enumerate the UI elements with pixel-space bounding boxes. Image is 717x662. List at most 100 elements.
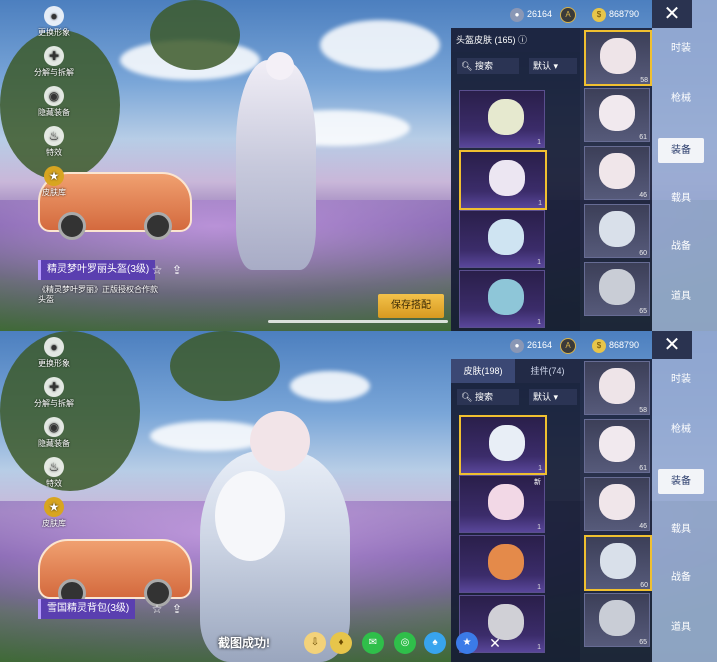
skin-library-button[interactable]: ★ 皮肤库 <box>28 497 80 537</box>
person-icon: ● <box>44 337 64 357</box>
helmet-icon <box>600 38 636 74</box>
slot-cap[interactable]: 46 <box>584 477 650 531</box>
qzone-icon[interactable]: ★ <box>456 632 478 654</box>
screenshot-toast: 截图成功! <box>218 636 270 650</box>
star-icon[interactable]: ☆ <box>148 600 166 618</box>
armor-icon <box>599 426 635 462</box>
helmet-card-selected[interactable]: 1 <box>459 150 547 210</box>
inventory-title: 头盔皮肤 (165) ⓘ <box>451 28 580 52</box>
close-share-icon[interactable]: ✕ <box>484 632 506 654</box>
silver-amount: 26164 <box>527 9 553 19</box>
medal-icon: ★ <box>44 497 64 517</box>
slot-armor[interactable]: 61 <box>584 419 650 473</box>
category-fashion[interactable]: 时装 <box>658 42 704 55</box>
close-button[interactable]: ✕ <box>652 331 692 359</box>
slot-armor[interactable]: 61 <box>584 88 650 142</box>
backpack-card[interactable]: 新1 <box>459 475 545 533</box>
slot-cap[interactable]: 46 <box>584 146 650 200</box>
helmet-card[interactable]: 1 <box>459 270 545 328</box>
category-fashion[interactable]: 时装 <box>658 373 704 386</box>
save-outfit-button[interactable]: 保存搭配 <box>378 294 444 318</box>
slot-helmet[interactable]: 58 <box>584 361 650 415</box>
cap-icon <box>599 484 635 520</box>
search-input[interactable]: 🔍︎ 搜索 <box>457 58 519 74</box>
person-icon: ● <box>44 6 64 26</box>
tab-pendants[interactable]: 挂件(74) <box>515 359 580 383</box>
silver-currency: ● 26164 <box>510 337 552 353</box>
hide-equipment-button[interactable]: ◉ 隐藏装备 <box>28 417 80 457</box>
hide-equipment-button[interactable]: ◉ 隐藏装备 <box>28 86 80 126</box>
slot-backpack[interactable]: 60 <box>584 204 650 258</box>
snowman-backpack <box>215 471 285 561</box>
category-supplies[interactable]: 战备 <box>658 240 704 253</box>
share-icon[interactable]: ⇪ <box>168 261 186 279</box>
dismantle-button[interactable]: ✚ 分解与拆解 <box>28 46 80 86</box>
change-appearance-button[interactable]: ● 更换形象 <box>28 6 80 46</box>
helmet-bunny-art <box>488 99 524 135</box>
character-helmet <box>266 52 294 80</box>
scrollbar[interactable] <box>268 320 448 323</box>
star-icon[interactable]: ☆ <box>148 261 166 279</box>
help-icon[interactable]: ⓘ <box>518 35 527 45</box>
category-weapons[interactable]: 枪械 <box>658 423 704 436</box>
cloud <box>320 20 440 70</box>
slot-count: 46 <box>639 192 647 199</box>
slot-helmet[interactable]: 58 <box>584 30 652 86</box>
effects-button[interactable]: ♨ 特效 <box>28 457 80 497</box>
change-appearance-button[interactable]: ● 更换形象 <box>28 337 80 377</box>
share-icon[interactable]: ⇪ <box>168 600 186 618</box>
sort-dropdown[interactable]: 默认 ▾ <box>529 389 577 405</box>
bag-icon <box>599 269 635 305</box>
eye-icon: ◉ <box>44 86 64 106</box>
backpack-card-selected[interactable]: 1 <box>459 415 547 475</box>
effects-button[interactable]: ♨ 特效 <box>28 126 80 166</box>
menu-label: 隐藏装备 <box>38 439 70 448</box>
category-equipment[interactable]: 装备 <box>658 138 704 163</box>
download-icon[interactable]: ⇩ <box>304 632 326 654</box>
flame-icon: ♨ <box>44 457 64 477</box>
puzzle-icon: ✚ <box>44 46 64 66</box>
left-menu: ● 更换形象 ✚ 分解与拆解 ◉ 隐藏装备 ♨ 特效 ★ 皮肤库 <box>28 6 80 206</box>
category-vehicles[interactable]: 载具 <box>658 523 704 536</box>
sort-dropdown[interactable]: 默认 ▾ <box>529 58 577 74</box>
backpack-card[interactable]: 1 <box>459 535 545 593</box>
inventory-panel: 皮肤(198) 挂件(74) 🔍︎ 搜索 默认 ▾ 1 新1 1 1 <box>451 359 580 662</box>
helmet-card[interactable]: 1 <box>459 90 545 148</box>
category-items[interactable]: 道具 <box>658 621 704 634</box>
silver-amount: 26164 <box>527 340 553 350</box>
category-vehicles[interactable]: 载具 <box>658 192 704 205</box>
snowman-backpack-icon <box>599 211 635 247</box>
gold-coin-icon: A <box>560 337 576 354</box>
slot-count: 60 <box>639 250 647 257</box>
dismantle-button[interactable]: ✚ 分解与拆解 <box>28 377 80 417</box>
qq-icon[interactable]: ♠ <box>424 632 446 654</box>
category-weapons[interactable]: 枪械 <box>658 92 704 105</box>
category-items[interactable]: 道具 <box>658 290 704 303</box>
silver-coin-icon: ● <box>510 7 524 22</box>
slot-backpack[interactable]: 60 <box>584 535 652 591</box>
helmet-card[interactable]: 1 <box>459 210 545 268</box>
close-button[interactable]: ✕ <box>652 0 692 28</box>
card-count: 1 <box>538 465 542 472</box>
inventory-panel: 头盔皮肤 (165) ⓘ 🔍︎ 搜索 默认 ▾ 1 1 1 1 <box>451 28 580 331</box>
game-share-icon[interactable]: ♦ <box>330 632 352 654</box>
moments-icon[interactable]: ◎ <box>394 632 416 654</box>
cap-icon <box>599 153 635 189</box>
slot-count: 58 <box>639 407 647 414</box>
search-label: 搜索 <box>474 61 493 71</box>
left-menu: ● 更换形象 ✚ 分解与拆解 ◉ 隐藏装备 ♨ 特效 ★ 皮肤库 <box>28 337 80 537</box>
slot-bag[interactable]: 65 <box>584 262 650 316</box>
search-input[interactable]: 🔍︎ 搜索 <box>457 389 519 405</box>
search-label: 搜索 <box>474 392 493 402</box>
tab-skins[interactable]: 皮肤(198) <box>451 359 515 383</box>
category-equipment[interactable]: 装备 <box>658 469 704 494</box>
gold-currency: A <box>560 337 579 354</box>
silver-coin-icon: ● <box>510 338 524 353</box>
armor-icon <box>599 95 635 131</box>
slot-bag[interactable]: 65 <box>584 593 650 647</box>
new-badge: 新 <box>534 479 541 486</box>
item-name-label: 雪国精灵背包(3级) <box>38 599 136 619</box>
wechat-icon[interactable]: ✉ <box>362 632 384 654</box>
category-supplies[interactable]: 战备 <box>658 571 704 584</box>
skin-library-button[interactable]: ★ 皮肤库 <box>28 166 80 206</box>
